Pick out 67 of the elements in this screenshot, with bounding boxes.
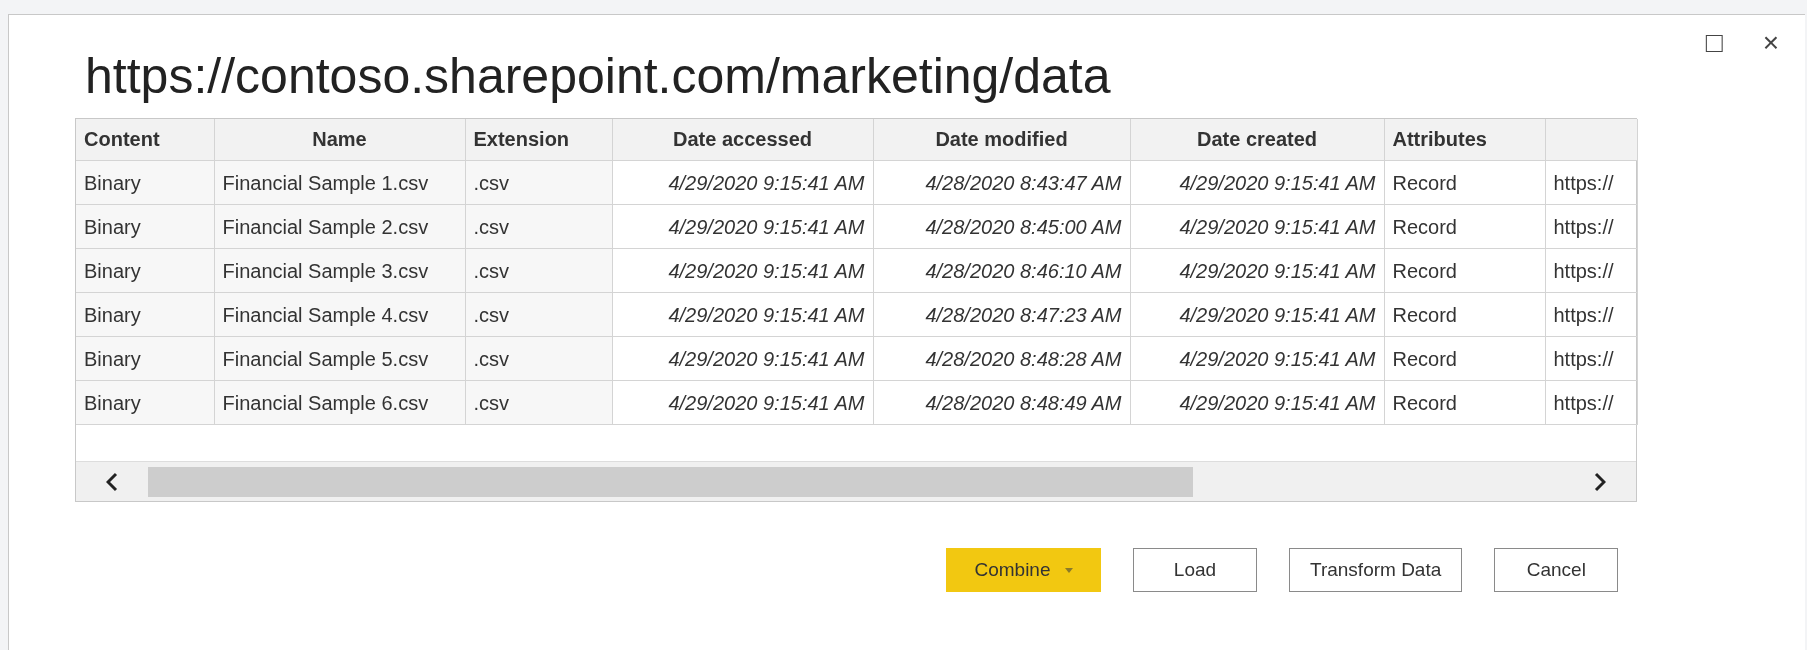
table-cell: Binary: [76, 380, 214, 425]
table-cell: 4/28/2020 8:48:49 AM: [873, 380, 1130, 425]
table-cell: Binary: [76, 336, 214, 381]
column-header[interactable]: Date modified: [873, 118, 1130, 161]
table-cell: 4/29/2020 9:15:41 AM: [1130, 204, 1384, 249]
dialog-button[interactable]: Transform Data: [1289, 548, 1463, 592]
horizontal-scrollbar[interactable]: [76, 461, 1636, 501]
table-cell: Binary: [76, 204, 214, 249]
column-header[interactable]: Date created: [1130, 118, 1384, 161]
table-cell: Binary: [76, 248, 214, 293]
table-cell: 4/29/2020 9:15:41 AM: [1130, 248, 1384, 293]
table-cell: Financial Sample 3.csv: [214, 248, 465, 293]
table-cell: https://: [1545, 160, 1637, 205]
column-header[interactable]: Extension: [465, 118, 612, 161]
table-cell: 4/28/2020 8:48:28 AM: [873, 336, 1130, 381]
table-cell: .csv: [465, 380, 612, 425]
window-title: https://contoso.sharepoint.com/marketing/data: [85, 47, 1111, 106]
table-cell: https://: [1545, 204, 1637, 249]
table-cell: https://: [1545, 248, 1637, 293]
table-cell: 4/28/2020 8:47:23 AM: [873, 292, 1130, 337]
table-cell: 4/29/2020 9:15:41 AM: [612, 248, 873, 293]
table-cell: 4/29/2020 9:15:41 AM: [1130, 380, 1384, 425]
scroll-right-icon[interactable]: [1594, 471, 1606, 492]
table-cell: 4/29/2020 9:15:41 AM: [1130, 160, 1384, 205]
table-cell: 4/29/2020 9:15:41 AM: [1130, 336, 1384, 381]
scrollbar-thumb[interactable]: [148, 466, 1193, 497]
table-cell: Record: [1384, 204, 1545, 249]
column-header[interactable]: Content: [76, 118, 214, 161]
table-cell: 4/28/2020 8:43:47 AM: [873, 160, 1130, 205]
table-cell: .csv: [465, 292, 612, 337]
table-cell: .csv: [465, 248, 612, 293]
scroll-left-icon[interactable]: [106, 471, 118, 492]
close-icon[interactable]: ×: [1762, 29, 1779, 57]
table-cell: 4/28/2020 8:45:00 AM: [873, 204, 1130, 249]
dialog-button[interactable]: Load: [1133, 548, 1257, 592]
table-cell: .csv: [465, 204, 612, 249]
table-cell: https://: [1545, 292, 1637, 337]
table-cell: Record: [1384, 292, 1545, 337]
table-cell: Record: [1384, 160, 1545, 205]
table-cell: Record: [1384, 380, 1545, 425]
table-cell: Financial Sample 4.csv: [214, 292, 465, 337]
table-cell: 4/29/2020 9:15:41 AM: [612, 380, 873, 425]
table-cell: Financial Sample 6.csv: [214, 380, 465, 425]
column-header[interactable]: Name: [214, 118, 465, 161]
table-cell: .csv: [465, 336, 612, 381]
caret-icon: [1064, 567, 1073, 573]
combine-dropdown-button[interactable]: Combine: [946, 548, 1101, 592]
table-cell: Financial Sample 5.csv: [214, 336, 465, 381]
column-header[interactable]: Attributes: [1384, 118, 1545, 161]
table-cell: 4/28/2020 8:46:10 AM: [873, 248, 1130, 293]
table-cell: 4/29/2020 9:15:41 AM: [1130, 292, 1384, 337]
table-cell: Binary: [76, 160, 214, 205]
table-cell: https://: [1545, 336, 1637, 381]
table-cell: Financial Sample 2.csv: [214, 204, 465, 249]
table-cell: Record: [1384, 248, 1545, 293]
table-cell: 4/29/2020 9:15:41 AM: [612, 292, 873, 337]
table-cell: Binary: [76, 292, 214, 337]
table-cell: 4/29/2020 9:15:41 AM: [612, 336, 873, 381]
table-cell: Record: [1384, 336, 1545, 381]
maximize-icon[interactable]: □: [1705, 29, 1723, 57]
column-header[interactable]: Date accessed: [612, 118, 873, 161]
table-cell: Financial Sample 1.csv: [214, 160, 465, 205]
table-cell: 4/29/2020 9:15:41 AM: [612, 160, 873, 205]
table-cell: 4/29/2020 9:15:41 AM: [612, 204, 873, 249]
table-cell: https://: [1545, 380, 1637, 425]
table-cell: .csv: [465, 160, 612, 205]
dialog-button[interactable]: Cancel: [1494, 548, 1619, 592]
